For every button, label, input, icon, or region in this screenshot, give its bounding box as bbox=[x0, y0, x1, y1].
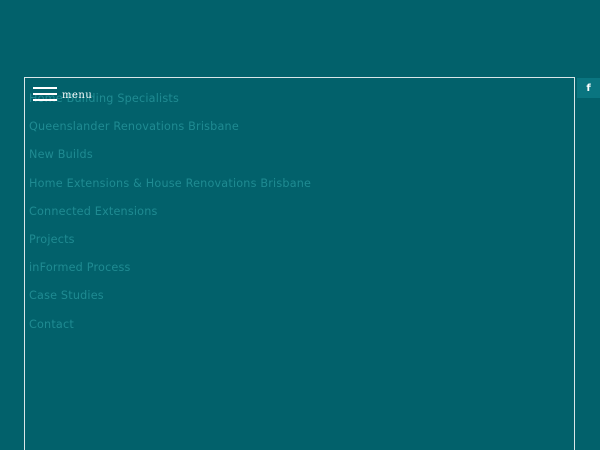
nav-link-queenslander-renovations[interactable]: Queenslander Renovations Brisbane bbox=[29, 120, 239, 133]
nav-item: inFormed Process bbox=[29, 258, 311, 286]
nav-item: Queenslander Renovations Brisbane bbox=[29, 117, 311, 145]
nav-item: New Builds bbox=[29, 145, 311, 173]
menu-toggle-button[interactable]: menu bbox=[33, 85, 92, 103]
nav-item: Projects bbox=[29, 230, 311, 258]
nav-item: Contact bbox=[29, 315, 311, 343]
nav-link-connected-extensions[interactable]: Connected Extensions bbox=[29, 205, 158, 218]
nav-link-new-builds[interactable]: New Builds bbox=[29, 148, 93, 161]
page: menu Home Building Specialists Queenslan… bbox=[0, 0, 600, 450]
nav-link-home-extensions[interactable]: Home Extensions & House Renovations Bris… bbox=[29, 177, 311, 190]
nav-link-informed-process[interactable]: inFormed Process bbox=[29, 261, 131, 274]
hamburger-icon[interactable] bbox=[33, 86, 57, 102]
nav-item: Connected Extensions bbox=[29, 202, 311, 230]
nav-link-case-studies[interactable]: Case Studies bbox=[29, 289, 104, 302]
nav-item: Case Studies bbox=[29, 286, 311, 314]
nav-item: Home Extensions & House Renovations Bris… bbox=[29, 174, 311, 202]
facebook-icon[interactable]: f bbox=[577, 78, 600, 98]
menu-label: menu bbox=[62, 89, 93, 101]
nav-list: Home Building Specialists Queenslander R… bbox=[29, 89, 311, 343]
nav-link-projects[interactable]: Projects bbox=[29, 233, 75, 246]
nav-link-contact[interactable]: Contact bbox=[29, 318, 74, 331]
